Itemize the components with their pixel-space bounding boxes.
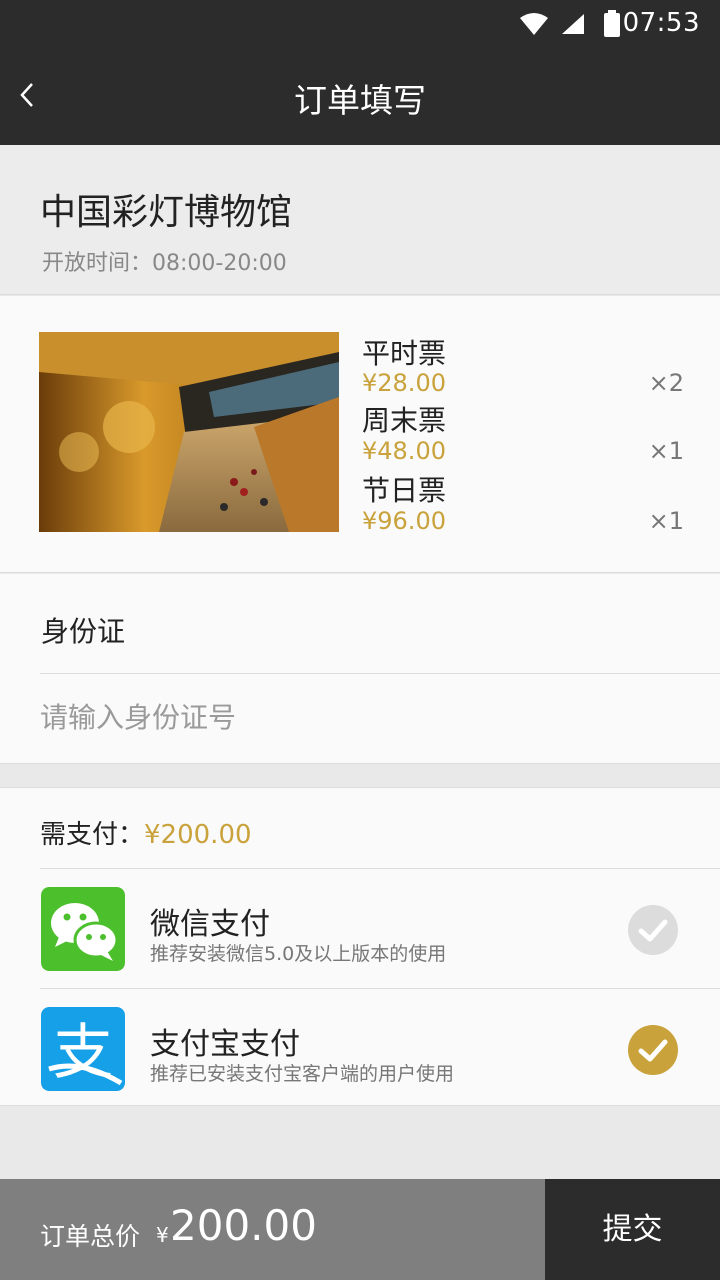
wifi-icon xyxy=(520,13,548,35)
status-time: 07:53 xyxy=(622,8,700,38)
unchecked-radio-icon[interactable] xyxy=(628,905,678,955)
payment-method-name: 微信支付 xyxy=(150,907,270,942)
ticket-type-name: 周末票 xyxy=(362,404,447,437)
venue-name: 中国彩灯博物馆 xyxy=(40,192,293,233)
payment-section: 需支付：¥200.00 微信支付 推荐安装微信5.0及以上版本的使用 支 支付宝… xyxy=(0,787,720,1106)
bottom-bar: 订单总价 ¥ 200.00 提交 xyxy=(0,1179,720,1280)
signal-icon xyxy=(562,14,584,34)
id-card-label: 身份证 xyxy=(41,615,126,648)
checked-radio-icon[interactable] xyxy=(628,1025,678,1075)
amount-due-value: ¥200.00 xyxy=(144,820,252,850)
status-bar: 07:53 xyxy=(0,0,720,48)
order-total-label: 订单总价 xyxy=(40,1222,141,1251)
wechat-icon xyxy=(41,887,125,971)
id-card-section: 身份证 xyxy=(0,574,720,764)
ticket-quantity: ×2 xyxy=(648,369,684,397)
currency-symbol: ¥ xyxy=(156,1223,169,1247)
ticket-price: ¥28.00 xyxy=(362,369,446,397)
payment-option-wechat[interactable]: 微信支付 推荐安装微信5.0及以上版本的使用 xyxy=(0,869,720,987)
ticket-quantity: ×1 xyxy=(648,507,684,535)
nav-bar: 订单填写 xyxy=(0,48,720,145)
order-total-value: 200.00 xyxy=(170,1201,317,1250)
divider xyxy=(40,673,720,674)
page-title: 订单填写 xyxy=(294,81,426,120)
payment-method-desc: 推荐已安装支付宝客户端的用户使用 xyxy=(150,1063,455,1085)
ticket-quantity: ×1 xyxy=(648,437,684,465)
ticket-price: ¥96.00 xyxy=(362,507,446,535)
ticket-summary: 平时票 ¥28.00 ×2 周末票 ¥48.00 ×1 节日票 ¥96.00 ×… xyxy=(0,296,720,573)
ticket-type-name: 平时票 xyxy=(362,337,447,370)
battery-icon xyxy=(604,10,620,37)
svg-text:支: 支 xyxy=(53,1018,113,1088)
amount-due: 需支付：¥200.00 xyxy=(40,814,252,851)
alipay-icon: 支 xyxy=(41,1007,125,1091)
order-total: 订单总价 ¥ 200.00 xyxy=(0,1179,545,1280)
payment-option-alipay[interactable]: 支 支付宝支付 推荐已安装支付宝客户端的用户使用 xyxy=(0,989,720,1107)
venue-hours: 开放时间：08:00-20:00 xyxy=(42,251,287,276)
id-card-input[interactable] xyxy=(40,684,680,750)
order-page: 07:53 订单填写 中国彩灯博物馆 开放时间：08:00-20:00 平时票 … xyxy=(0,0,720,1280)
payment-method-desc: 推荐安装微信5.0及以上版本的使用 xyxy=(150,943,447,965)
venue-photo xyxy=(39,332,339,532)
ticket-type-name: 节日票 xyxy=(362,474,447,507)
amount-due-label: 需支付： xyxy=(40,820,145,850)
payment-method-name: 支付宝支付 xyxy=(150,1027,300,1062)
submit-button[interactable]: 提交 xyxy=(545,1179,720,1280)
venue-info: 中国彩灯博物馆 开放时间：08:00-20:00 xyxy=(0,145,720,295)
ticket-price: ¥48.00 xyxy=(362,437,446,465)
